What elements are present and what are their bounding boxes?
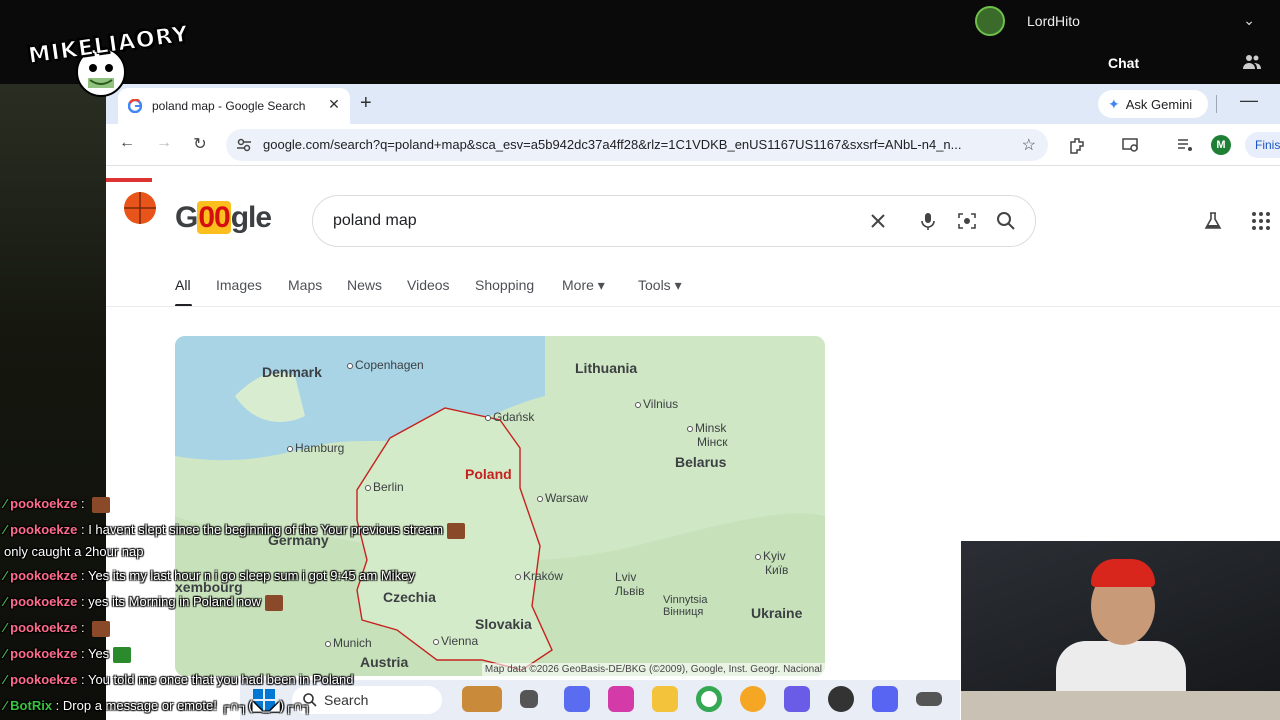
chat-message: ⁄ pookoekze :: [4, 496, 111, 513]
cast-search-icon[interactable]: [1122, 136, 1140, 154]
map-label-vinnytsia: Vinnytsia Вінниця: [663, 594, 708, 618]
map-label-poland: Poland: [465, 466, 512, 482]
tab-images[interactable]: Images: [216, 277, 262, 293]
media-control-icon[interactable]: [1176, 136, 1194, 154]
new-tab-icon[interactable]: +: [360, 92, 372, 115]
labs-flask-icon[interactable]: [1203, 211, 1223, 231]
google-favicon-icon: [128, 99, 142, 113]
emote-icon: [447, 522, 466, 539]
ask-gemini-label: Ask Gemini: [1125, 96, 1193, 112]
map-attribution: Map data ©2026 GeoBasis-DE/BKG (©2009), …: [481, 663, 825, 676]
chat-message: only caught a 2hour nap: [4, 544, 144, 559]
logo-letters-gle: gle: [230, 201, 272, 234]
copilot-icon[interactable]: [564, 686, 590, 712]
reload-icon[interactable]: ↻: [189, 134, 211, 154]
app-bar-icon[interactable]: [916, 692, 942, 706]
chat-message: ⁄ pookoekze : Yes its my last hour n i go…: [4, 568, 415, 583]
clear-icon[interactable]: [867, 210, 889, 232]
map-label-hamburg: Hamburg: [287, 441, 344, 455]
ask-gemini-button[interactable]: ✦ Ask Gemini: [1098, 90, 1208, 118]
user-account-row[interactable]: LordHito ⌄: [975, 6, 1265, 36]
emote-icon: [113, 646, 132, 663]
map-label-berlin: Berlin: [365, 480, 404, 494]
map-label-lithuania: Lithuania: [575, 360, 638, 376]
map-label-ukraine: Ukraine: [751, 605, 803, 621]
logo-letter-g: G: [175, 201, 198, 234]
chat-message: ⁄ BotRix : Drop a message or emote! ┌∩┐(◣…: [4, 698, 312, 713]
map-label-krakow: Kraków: [515, 569, 563, 583]
map-label-lviv: Lviv Львів: [615, 570, 645, 598]
username: LordHito: [1027, 13, 1080, 29]
user-avatar: [975, 6, 1005, 36]
map-label-denmark: Denmark: [262, 364, 322, 380]
app-diamond-icon[interactable]: [784, 686, 810, 712]
stream-chat-overlay: ⁄ pookoekze : ⁄ pookoekze : I havent slept…: [0, 494, 520, 720]
profile-avatar[interactable]: M: [1211, 135, 1231, 155]
map-label-kyiv: Kyiv Київ: [755, 549, 788, 577]
chrome-icon[interactable]: [696, 686, 722, 712]
tab-title: poland map - Google Search: [152, 99, 306, 113]
channel-logo: MIKELIAORY: [26, 14, 191, 100]
map-label-minsk: Minsk Мінск: [687, 421, 728, 449]
people-icon[interactable]: [1243, 54, 1261, 70]
basketball-doodle-icon: [106, 178, 156, 224]
back-icon[interactable]: ←: [116, 134, 138, 152]
picsart-icon[interactable]: [608, 686, 634, 712]
google-doodle-logo[interactable]: G00gle: [175, 201, 272, 235]
stream-top-bar: LordHito ⌄ Chat: [0, 0, 1280, 84]
apps-grid-icon[interactable]: [1251, 211, 1271, 231]
bookmark-star-icon[interactable]: ☆: [1022, 135, 1036, 155]
gemini-sparkle-icon: ✦: [1108, 95, 1120, 112]
browser-toolbar: ← → ↻ google.com/search?q=poland+map&sca…: [106, 124, 1280, 166]
chat-title: Chat: [1108, 55, 1140, 71]
file-explorer-icon[interactable]: [652, 686, 678, 712]
emote-icon: [92, 496, 111, 513]
tab-all[interactable]: All: [175, 277, 191, 293]
map-label-copenhagen: Copenhagen: [347, 358, 424, 372]
map-label-vilnius: Vilnius: [635, 397, 678, 411]
emote-icon: [264, 594, 283, 611]
sun-app-icon[interactable]: [740, 686, 766, 712]
address-bar[interactable]: google.com/search?q=poland+map&sca_esv=a…: [226, 129, 1048, 161]
chat-message: ⁄ pookoekze : yes its Morning in Poland n…: [4, 594, 283, 611]
map-label-gdansk: Gdańsk: [485, 410, 534, 424]
map-label-belarus: Belarus: [675, 454, 727, 470]
url-text: google.com/search?q=poland+map&sca_esv=a…: [263, 137, 962, 152]
tab-more[interactable]: More ▾: [562, 277, 605, 294]
tab-maps[interactable]: Maps: [288, 277, 322, 293]
camera-lens-icon[interactable]: [956, 210, 978, 232]
minimize-icon[interactable]: —: [1240, 90, 1258, 111]
streamer-hat: [1091, 559, 1155, 587]
tab-bar: poland map - Google Search ✕ + ✦ Ask Gem…: [106, 84, 1280, 124]
tab-news[interactable]: News: [347, 277, 382, 293]
tab-tools[interactable]: Tools ▾: [638, 277, 682, 294]
map-label-warsaw: Warsaw: [537, 491, 588, 505]
logo-letters-oo: 00: [197, 201, 231, 234]
extensions-icon[interactable]: [1068, 136, 1086, 154]
emote-icon: [92, 620, 111, 637]
search-input[interactable]: poland map: [312, 195, 1036, 247]
chat-message: ⁄ pookoekze : Yes: [4, 646, 132, 663]
chat-message: ⁄ pookoekze : You told me once that you h…: [4, 672, 354, 687]
chat-message: ⁄ pookoekze : I havent slept since the be…: [4, 522, 466, 539]
close-icon[interactable]: ✕: [324, 96, 344, 113]
divider: [1216, 95, 1217, 113]
forward-icon[interactable]: →: [153, 134, 175, 152]
streamer-facecam: [961, 541, 1280, 720]
search-query: poland map: [333, 212, 417, 229]
screen: LordHito ⌄ Chat MIKELIAORY poland map - …: [0, 0, 1280, 720]
finish-update-button[interactable]: Finis: [1245, 132, 1280, 158]
search-icon[interactable]: [995, 210, 1017, 232]
microphone-icon[interactable]: [917, 210, 939, 232]
task-view-icon[interactable]: [520, 690, 538, 708]
site-settings-icon[interactable]: [236, 137, 252, 153]
tab-shopping[interactable]: Shopping: [475, 277, 534, 293]
keyboard: [961, 691, 1280, 720]
tab-videos[interactable]: Videos: [407, 277, 450, 293]
chevron-down-icon[interactable]: ⌄: [1243, 12, 1255, 29]
chat-message: ⁄ pookoekze :: [4, 620, 111, 637]
discord-icon[interactable]: [872, 686, 898, 712]
obs-icon[interactable]: [828, 686, 854, 712]
divider: [106, 306, 1280, 307]
